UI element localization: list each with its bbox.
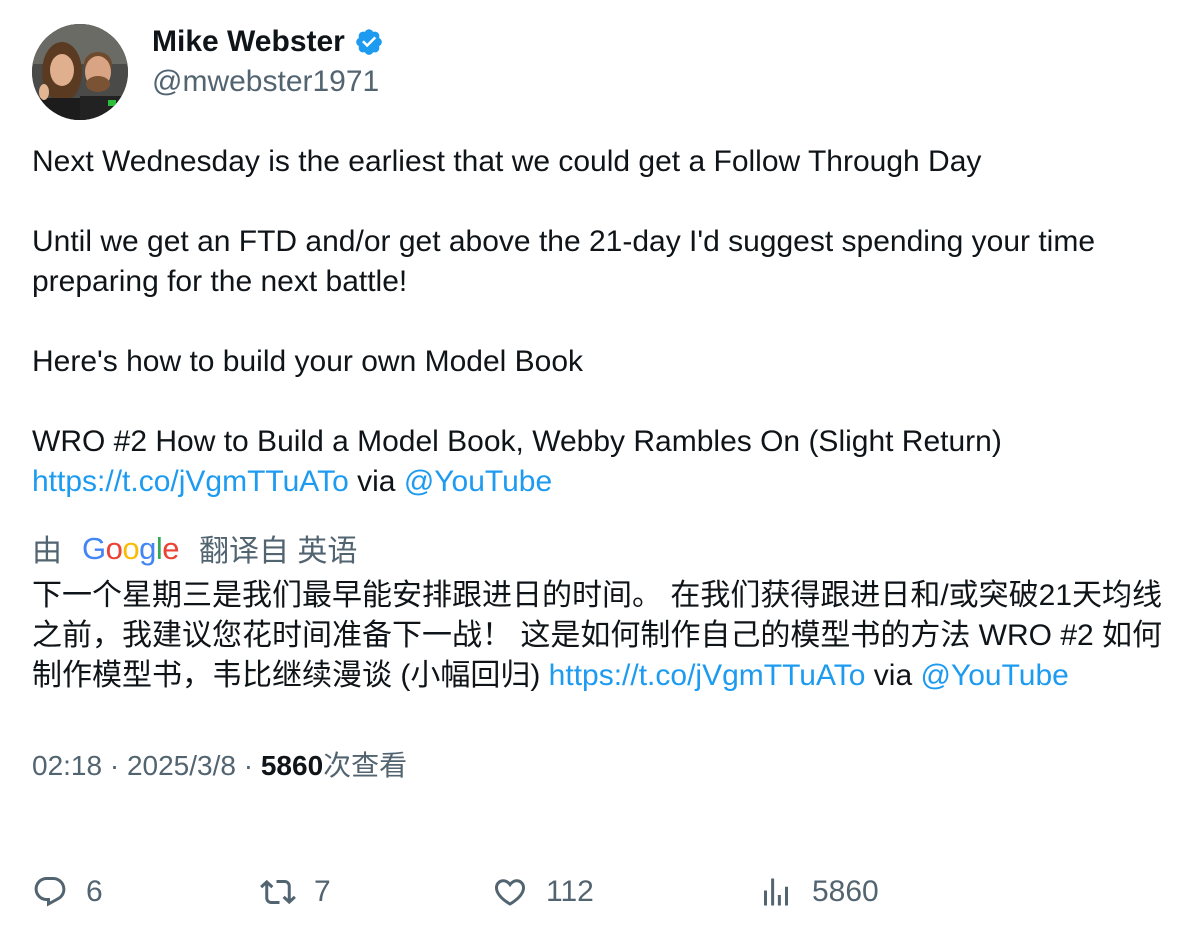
via-text: via [357, 465, 396, 498]
display-name[interactable]: Mike Webster [152, 24, 345, 60]
like-count: 112 [546, 875, 594, 908]
user-info: Mike Webster @mwebster1971 [152, 24, 384, 100]
views-button[interactable]: 5860 [758, 868, 879, 916]
tweet-date[interactable]: 2025/3/8 [127, 750, 236, 781]
tweet-meta: 02:18 · 2025/3/8 · 5860次查看 [32, 748, 1172, 784]
avatar[interactable] [32, 24, 128, 120]
meta-separator: · [235, 750, 261, 781]
like-button[interactable]: 112 [492, 868, 594, 916]
tweet-url-link[interactable]: https://t.co/jVgmTTuATo [32, 465, 349, 498]
tweet-text: Next Wednesday is the earliest that we c… [32, 142, 1172, 502]
reply-count: 6 [86, 875, 103, 908]
name-row: Mike Webster [152, 24, 384, 60]
action-bar: 6 7 112 5860 [32, 868, 1172, 916]
meta-separator: · [102, 750, 127, 781]
translated-via: via [873, 659, 913, 692]
tweet-line-3: Here's how to build your own Model Book [32, 345, 584, 378]
retweet-count: 7 [314, 875, 331, 908]
retweet-button[interactable]: 7 [260, 868, 331, 916]
reply-button[interactable]: 6 [32, 868, 103, 916]
heart-icon [492, 874, 528, 910]
avatar-photo [32, 24, 128, 120]
user-handle[interactable]: @mwebster1971 [152, 64, 384, 100]
tweet: Mike Webster @mwebster1971 Next Wednesda… [32, 24, 1172, 784]
translated-youtube-link[interactable]: @YouTube [921, 659, 1069, 692]
views-action-count: 5860 [812, 875, 879, 908]
google-logo-icon: Google [82, 531, 180, 566]
views-count: 5860 [260, 750, 324, 781]
translation-prefix: 由 [32, 535, 62, 568]
views-label: 次查看 [323, 750, 408, 781]
translated-url-link[interactable]: https://t.co/jVgmTTuATo [549, 659, 866, 692]
tweet-header: Mike Webster @mwebster1971 [32, 24, 1172, 120]
tweet-line-4: WRO #2 How to Build a Model Book, Webby … [32, 425, 1002, 458]
reply-icon [32, 874, 68, 910]
translated-text: 下一个星期三是我们最早能安排跟进日的时间。 在我们获得跟进日和/或突破21天均线… [32, 576, 1172, 696]
tweet-line-1: Next Wednesday is the earliest that we c… [32, 145, 982, 178]
translation-attribution: 由 Google 翻译自 英语 [32, 528, 1172, 568]
tweet-line-2: Until we get an FTD and/or get above the… [32, 225, 1096, 298]
translation-suffix: 翻译自 英语 [199, 535, 358, 568]
verified-badge-icon [354, 27, 384, 57]
youtube-mention-link[interactable]: @YouTube [404, 465, 552, 498]
retweet-icon [260, 874, 296, 910]
tweet-time[interactable]: 02:18 [32, 750, 102, 781]
tweet-link-line: https://t.co/jVgmTTuATo via @YouTube [32, 462, 1172, 502]
analytics-icon [758, 874, 794, 910]
